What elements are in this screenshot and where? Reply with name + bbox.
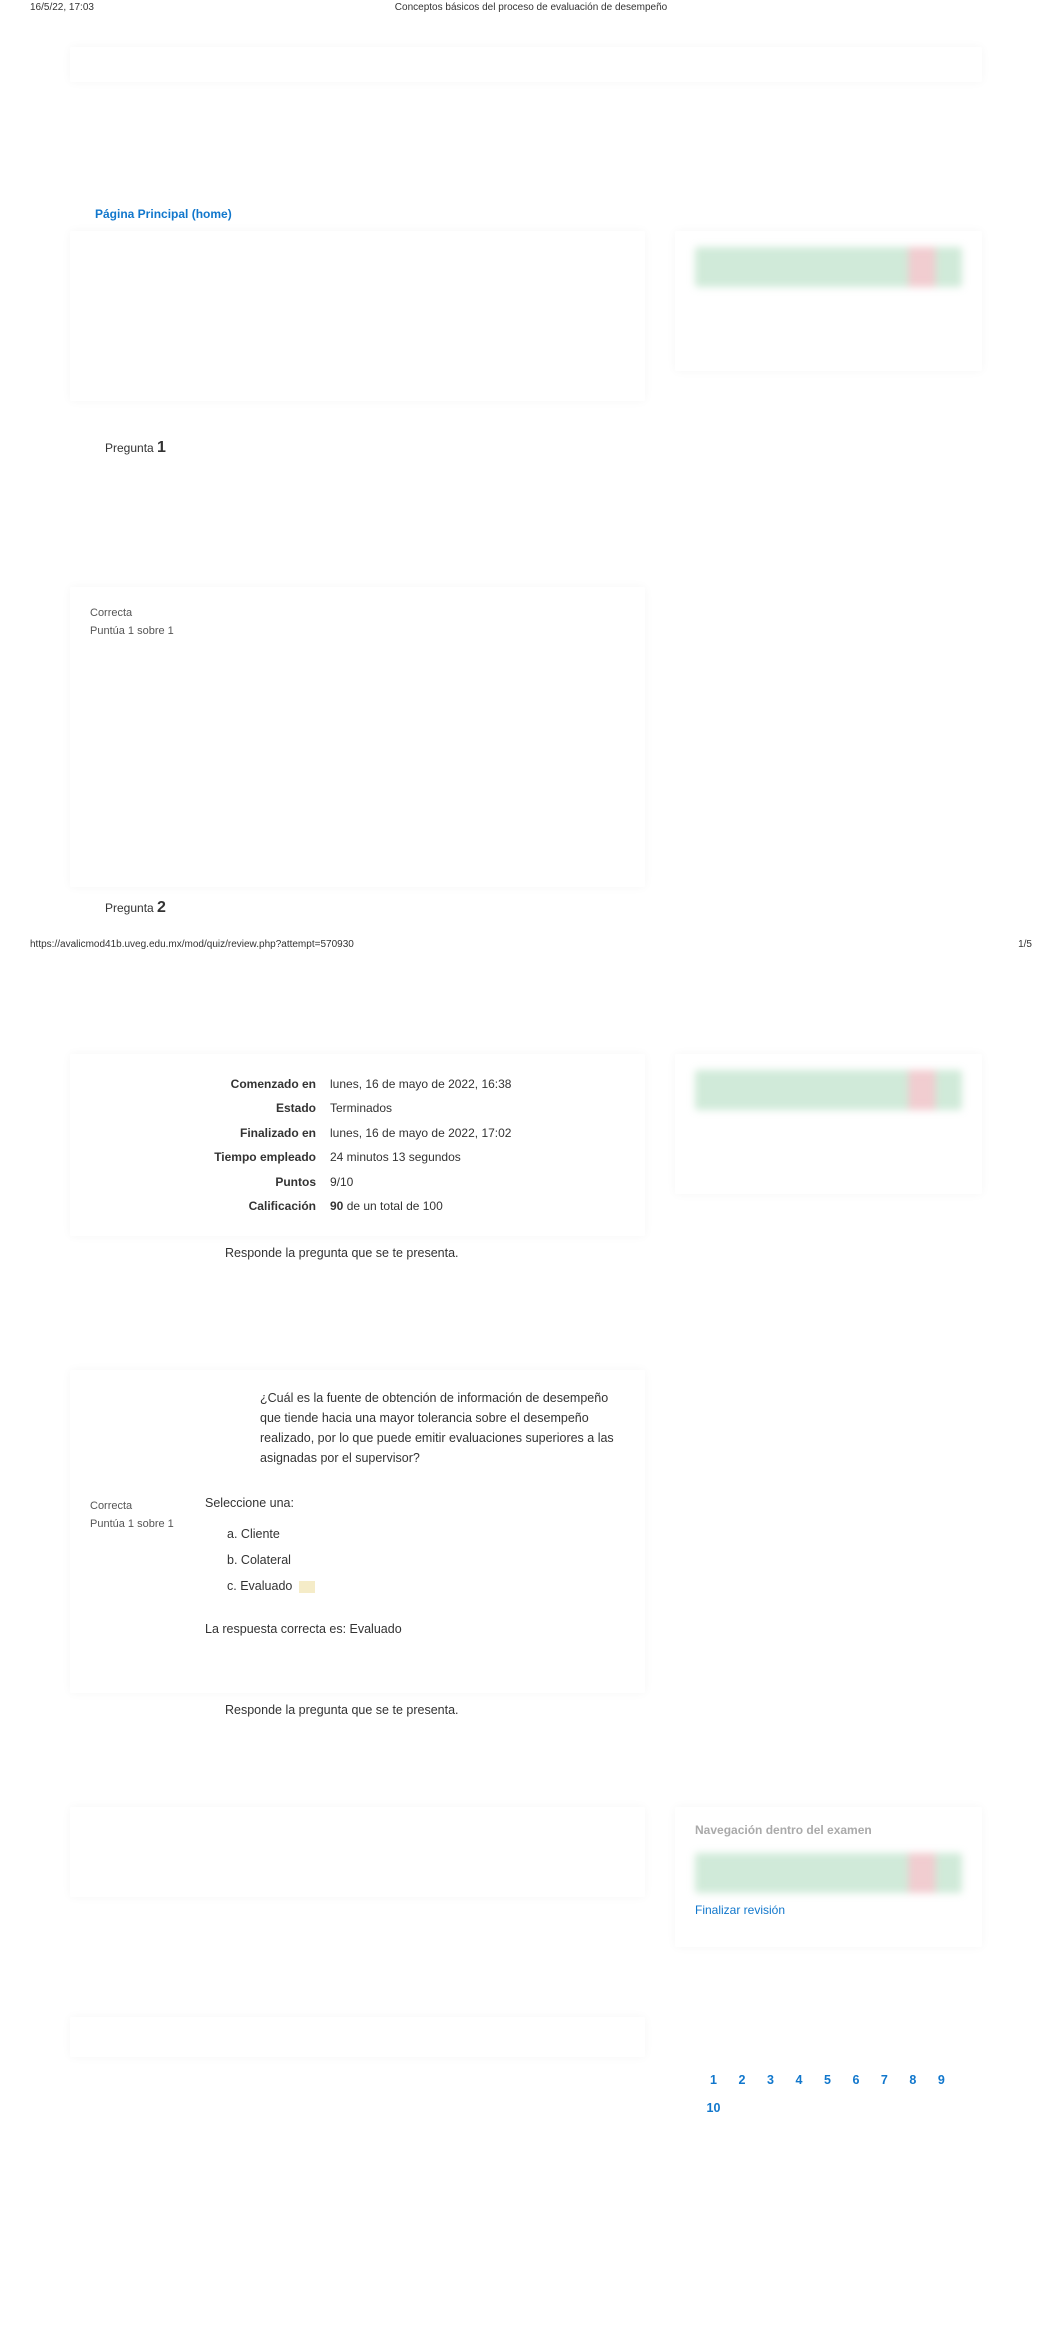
nav-num[interactable]: 2	[729, 2067, 754, 2095]
summary-label: Calificación	[70, 1196, 330, 1216]
question-label: Pregunta	[105, 901, 154, 915]
summary-value: lunes, 16 de mayo de 2022, 17:02	[330, 1123, 633, 1143]
question-label: Pregunta	[105, 441, 154, 455]
nav-num[interactable]: 6	[843, 2067, 868, 2095]
option-a[interactable]: a. Cliente	[227, 1521, 625, 1547]
nav-num[interactable]: 3	[758, 2067, 783, 2095]
checkmark-icon	[299, 1581, 315, 1593]
next-question-prompt: Responde la pregunta que se te presenta.	[70, 1703, 645, 1717]
print-title: Conceptos básicos del proceso de evaluac…	[395, 2, 667, 13]
summary-label: Comenzado en	[70, 1074, 330, 1094]
print-footer: https://avalicmod41b.uveg.edu.mx/mod/qui…	[0, 927, 1062, 954]
option-letter: c.	[227, 1579, 237, 1593]
quiz-nav-title: Navegación dentro del examen	[695, 1823, 962, 1837]
question-prompt: Responde la pregunta que se te presenta.	[70, 1246, 645, 1260]
quiz-nav-card: Navegación dentro del examen Finalizar r…	[675, 1807, 982, 1947]
question-number: 2	[157, 899, 166, 916]
question-card-1: Correcta Puntúa 1 sobre 1 ¿Cuál es la fu…	[70, 1370, 645, 1693]
question-status: Correcta	[90, 605, 205, 623]
summary-label: Puntos	[70, 1172, 330, 1192]
print-timestamp: 16/5/22, 17:03	[30, 2, 94, 13]
nav-num[interactable]: 7	[872, 2067, 897, 2095]
option-letter: a.	[227, 1527, 237, 1541]
question-points: Puntúa 1 sobre 1	[90, 623, 205, 641]
question-card-bottom-placeholder-2	[70, 2017, 645, 2057]
question-number: 1	[157, 439, 166, 456]
summary-row: Estado Terminados	[70, 1096, 633, 1120]
question-header-2: Pregunta 2	[70, 899, 982, 927]
option-b[interactable]: b. Colateral	[227, 1547, 625, 1573]
nav-palette-blurred	[695, 1853, 962, 1893]
summary-row: Comenzado en lunes, 16 de mayo de 2022, …	[70, 1072, 633, 1096]
summary-value: 24 minutos 13 segundos	[330, 1147, 633, 1167]
options-list: a. Cliente b. Colateral c. Evaluado	[205, 1521, 625, 1599]
print-page-number: 1/5	[1018, 939, 1032, 950]
nav-palette-blurred	[695, 1070, 962, 1110]
question-meta: Correcta Puntúa 1 sobre 1	[90, 1388, 205, 1663]
summary-value: 90 de un total de 100	[330, 1196, 633, 1216]
nav-num[interactable]: 10	[701, 2095, 726, 2123]
side-placeholder-1	[675, 231, 982, 371]
option-c[interactable]: c. Evaluado	[227, 1573, 625, 1599]
summary-row: Finalizado en lunes, 16 de mayo de 2022,…	[70, 1121, 633, 1145]
question-meta: Correcta Puntúa 1 sobre 1	[90, 605, 205, 857]
question-header-1: Pregunta 1	[70, 439, 982, 467]
question-points: Puntúa 1 sobre 1	[90, 1516, 205, 1534]
breadcrumb[interactable]: Página Principal (home)	[70, 207, 982, 231]
question-feedback: La respuesta correcta es: Evaluado	[205, 1619, 625, 1639]
side-placeholder-2	[675, 1054, 982, 1194]
print-header: 16/5/22, 17:03 Conceptos básicos del pro…	[0, 0, 1062, 15]
nav-palette-blurred	[695, 247, 962, 287]
summary-card: Comenzado en lunes, 16 de mayo de 2022, …	[70, 1054, 645, 1236]
option-letter: b.	[227, 1553, 237, 1567]
summary-value: lunes, 16 de mayo de 2022, 16:38	[330, 1074, 633, 1094]
finish-review-link[interactable]: Finalizar revisión	[695, 1903, 962, 1917]
option-text: Colateral	[241, 1553, 291, 1567]
question-status: Correcta	[90, 1498, 205, 1516]
summary-label: Estado	[70, 1098, 330, 1118]
nav-num[interactable]: 5	[815, 2067, 840, 2095]
nav-num[interactable]: 9	[929, 2067, 954, 2095]
summary-value: Terminados	[330, 1098, 633, 1118]
summary-label: Finalizado en	[70, 1123, 330, 1143]
question-text: ¿Cuál es la fuente de obtención de infor…	[260, 1388, 620, 1468]
summary-placeholder	[70, 231, 645, 401]
select-one-label: Seleccione una:	[205, 1493, 625, 1513]
question-card-bottom-placeholder	[70, 1807, 645, 1897]
nav-num[interactable]: 1	[701, 2067, 726, 2095]
summary-row: Puntos 9/10	[70, 1170, 633, 1194]
quiz-nav-numbers: 1 2 3 4 5 6 7 8 9 10	[675, 2067, 982, 2122]
summary-value: 9/10	[330, 1172, 633, 1192]
nav-num[interactable]: 8	[900, 2067, 925, 2095]
nav-num[interactable]: 4	[786, 2067, 811, 2095]
question-card-1-placeholder: Correcta Puntúa 1 sobre 1	[70, 587, 645, 887]
top-banner	[70, 47, 982, 82]
print-url: https://avalicmod41b.uveg.edu.mx/mod/qui…	[30, 939, 354, 950]
option-text: Evaluado	[240, 1579, 292, 1593]
summary-row: Calificación 90 de un total de 100	[70, 1194, 633, 1218]
summary-row: Tiempo empleado 24 minutos 13 segundos	[70, 1145, 633, 1169]
summary-label: Tiempo empleado	[70, 1147, 330, 1167]
option-text: Cliente	[241, 1527, 280, 1541]
